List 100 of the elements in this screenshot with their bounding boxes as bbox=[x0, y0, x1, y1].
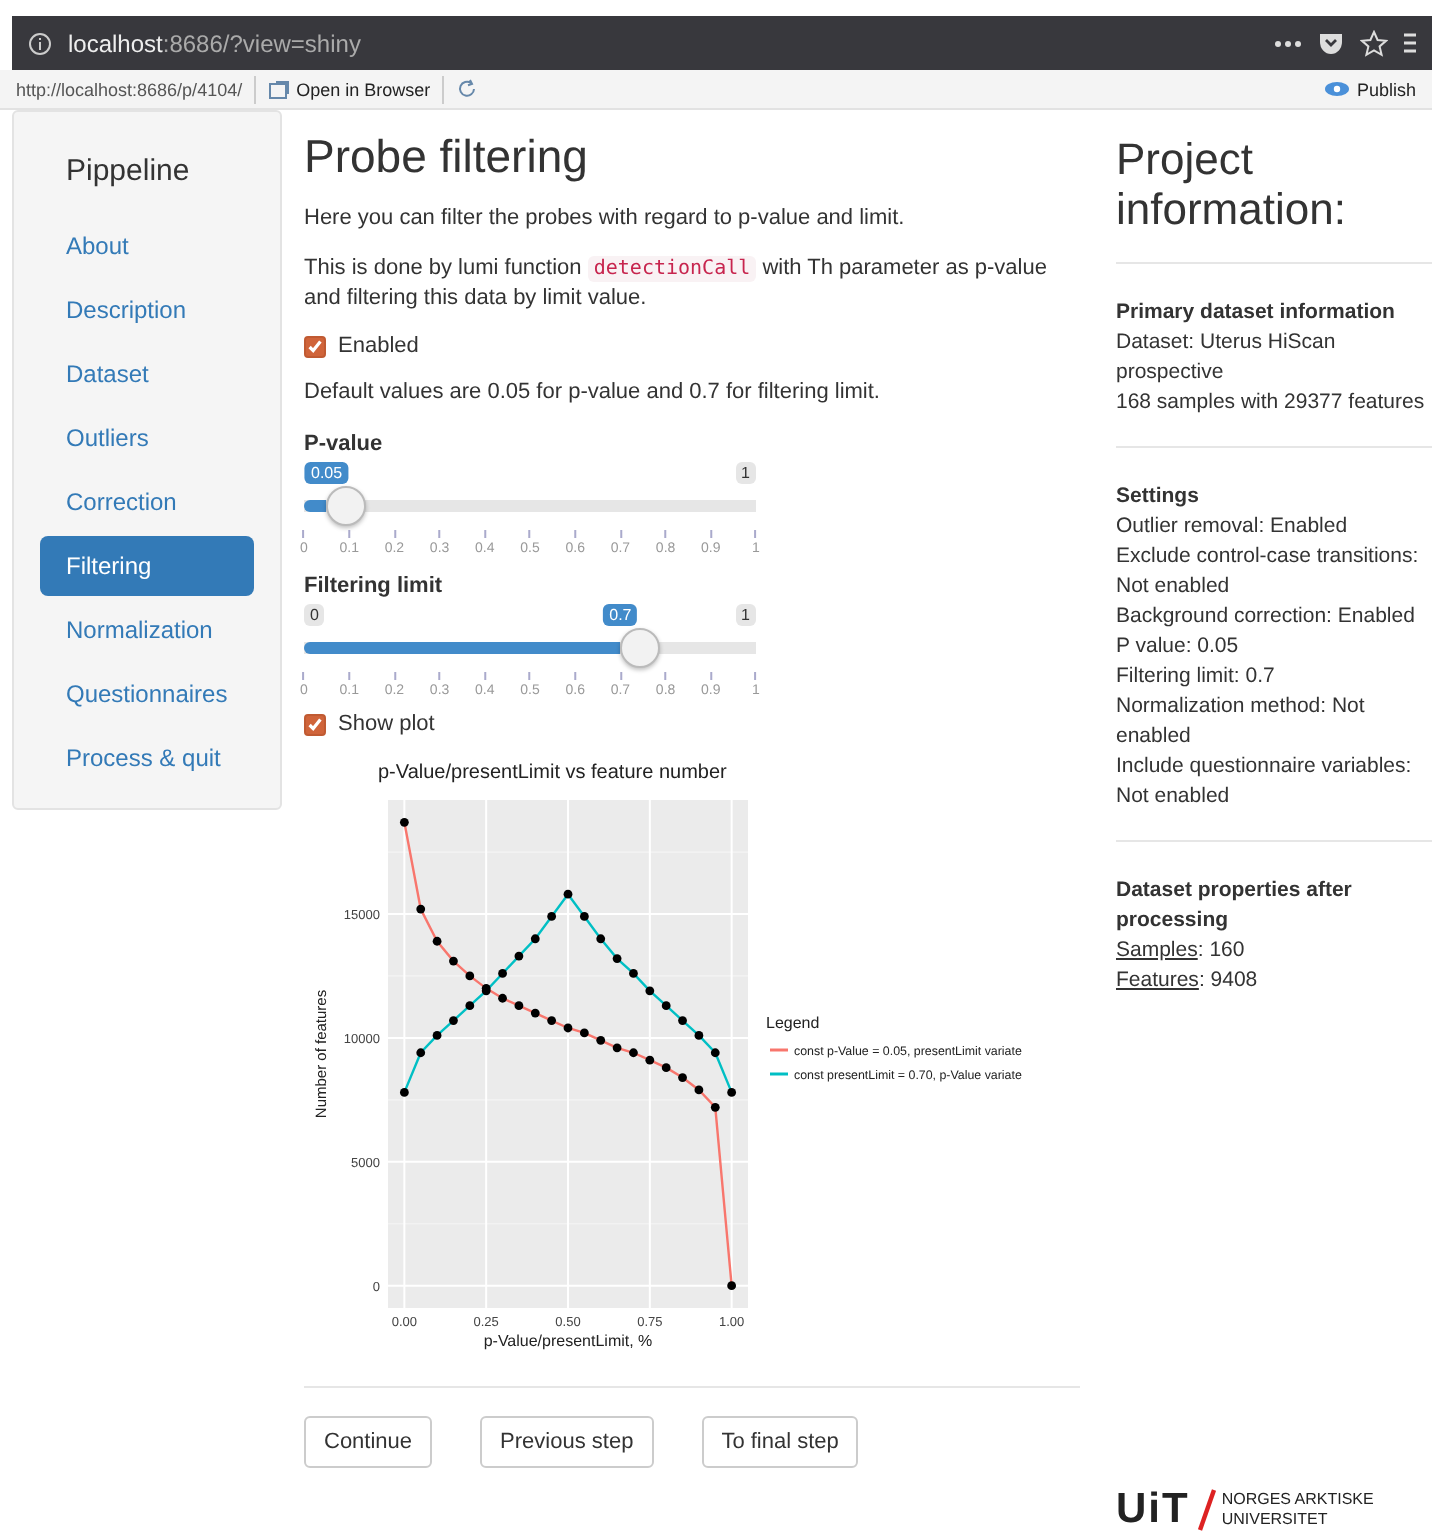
data-point bbox=[579, 1028, 589, 1038]
data-point bbox=[416, 1048, 426, 1058]
data-point bbox=[645, 986, 655, 996]
slider-handle[interactable] bbox=[620, 628, 661, 668]
data-point bbox=[612, 1043, 622, 1053]
slider-label: Filtering limit bbox=[304, 574, 445, 598]
data-point bbox=[432, 1031, 442, 1040]
step-button[interactable]: Continue bbox=[304, 1416, 433, 1468]
chart-title: p-Value/presentLimit vs feature number bbox=[378, 762, 727, 784]
data-point bbox=[678, 1016, 687, 1025]
data-point bbox=[465, 1001, 475, 1011]
slider-handle[interactable] bbox=[326, 486, 367, 526]
refresh-icon[interactable] bbox=[456, 78, 479, 100]
data-point bbox=[547, 912, 557, 921]
data-point bbox=[661, 1001, 671, 1011]
data-point bbox=[514, 951, 524, 961]
data-point bbox=[596, 1035, 606, 1045]
data-point bbox=[563, 1023, 573, 1033]
info-line: Include questionnaire variables: Not enabled bbox=[1116, 752, 1414, 812]
step-button[interactable]: To final step bbox=[701, 1416, 859, 1468]
slider-value-label: 0.7 bbox=[603, 604, 638, 626]
info-icon[interactable] bbox=[28, 31, 52, 55]
nav-item[interactable]: Questionnaires bbox=[40, 664, 254, 724]
data-point bbox=[514, 1001, 524, 1011]
info-line: Filtering limit: 0.7 bbox=[1116, 662, 1277, 692]
nav-item[interactable]: Normalization bbox=[40, 600, 254, 660]
step-button[interactable]: Previous step bbox=[480, 1416, 654, 1468]
data-point bbox=[661, 1063, 671, 1073]
description-text: This is done by lumi function detectionCall with Th parameter as p-value and filtering this data by limit value. bbox=[304, 254, 1049, 314]
info-line: 168 samples with 29377 features bbox=[1116, 388, 1427, 418]
info-line: Samples: 160 bbox=[1116, 936, 1247, 966]
data-point bbox=[694, 1031, 704, 1040]
open-in-browser-button[interactable]: Open in Browser bbox=[268, 79, 431, 99]
data-point bbox=[710, 1048, 720, 1058]
nav-item[interactable]: Dataset bbox=[40, 344, 254, 404]
nav-item[interactable]: Filtering bbox=[40, 536, 254, 596]
enabled-checkbox[interactable] bbox=[304, 335, 326, 357]
menu-icon[interactable] bbox=[1404, 32, 1416, 54]
info-line: Normalization method: Not enabled bbox=[1116, 692, 1367, 752]
slider-value-label: 0.05 bbox=[305, 462, 349, 484]
data-point bbox=[612, 954, 622, 963]
checkbox-label: Enabled bbox=[338, 334, 419, 358]
star-icon[interactable] bbox=[1360, 29, 1388, 57]
data-point bbox=[694, 1085, 704, 1095]
section-heading: Primary dataset information bbox=[1116, 298, 1397, 328]
section-heading: Settings bbox=[1116, 482, 1201, 512]
slider-max-label: 1 bbox=[735, 462, 756, 484]
info-line: Outlier removal: Enabled bbox=[1116, 512, 1350, 542]
info-line: P value: 0.05 bbox=[1116, 632, 1241, 662]
defaults-text: Default values are 0.05 for p-value and 0.7 for filtering limit. bbox=[304, 378, 882, 408]
intro-text: Here you can filter the probes with regard to p-value and limit. bbox=[304, 204, 907, 234]
address-bar[interactable]: localhost:8686/?view=shiny bbox=[12, 16, 1432, 70]
info-line: Dataset: Uterus HiScan prospective bbox=[1116, 328, 1338, 388]
nav-item[interactable]: Process & quit bbox=[40, 728, 254, 788]
nav-item[interactable]: Correction bbox=[40, 472, 254, 532]
nav-item[interactable]: Description bbox=[40, 280, 254, 340]
data-point bbox=[727, 1088, 737, 1097]
show-plot-checkbox[interactable] bbox=[304, 713, 326, 735]
data-point bbox=[449, 1016, 458, 1025]
url-text: http://localhost:8686/p/4104/ bbox=[16, 79, 243, 99]
address-text: localhost:8686/?view=shiny bbox=[68, 29, 363, 57]
data-point bbox=[498, 993, 507, 1003]
data-point bbox=[465, 971, 475, 981]
slider-label: P-value bbox=[304, 432, 385, 456]
data-point bbox=[432, 936, 442, 946]
checkbox-label: Show plot bbox=[338, 712, 435, 736]
data-point bbox=[727, 1281, 737, 1291]
panel-title: Project information: bbox=[1116, 134, 1348, 234]
nav-item[interactable]: About bbox=[40, 216, 254, 276]
university-logo: UiT NORGES ARKTISKE UNIVERSITET bbox=[1116, 1486, 1376, 1534]
data-point bbox=[399, 1088, 409, 1097]
data-point bbox=[449, 956, 458, 966]
section-heading: Dataset properties after processing bbox=[1116, 876, 1354, 936]
app-brand: Pippeline bbox=[66, 154, 192, 188]
data-point bbox=[678, 1073, 687, 1082]
publish-button[interactable]: Publish bbox=[1324, 79, 1416, 99]
x-axis-title: p-Value/presentLimit, % bbox=[483, 1332, 653, 1350]
info-line: Features: 9408 bbox=[1116, 966, 1260, 996]
data-point bbox=[645, 1055, 655, 1065]
info-line: Exclude control-case transitions: Not enabled bbox=[1116, 542, 1421, 602]
data-point bbox=[547, 1016, 557, 1025]
data-point bbox=[579, 912, 589, 921]
data-point bbox=[563, 889, 573, 899]
more-icon[interactable] bbox=[1274, 39, 1302, 47]
data-point bbox=[416, 904, 426, 914]
data-point bbox=[629, 1048, 638, 1058]
data-point bbox=[498, 969, 507, 978]
data-point bbox=[710, 1102, 720, 1112]
data-point bbox=[629, 969, 638, 978]
legend-title: Legend bbox=[766, 1014, 820, 1032]
slider-min-label: 0 bbox=[304, 604, 325, 626]
shield-icon[interactable] bbox=[1318, 31, 1344, 55]
info-line: Background correction: Enabled bbox=[1116, 602, 1417, 632]
window-icon bbox=[268, 79, 291, 99]
data-point bbox=[399, 817, 409, 827]
data-point bbox=[530, 934, 540, 944]
nav-item[interactable]: Outliers bbox=[40, 408, 254, 468]
page-title: Probe filtering bbox=[304, 130, 590, 184]
data-point bbox=[530, 1008, 540, 1018]
data-point bbox=[596, 934, 606, 944]
